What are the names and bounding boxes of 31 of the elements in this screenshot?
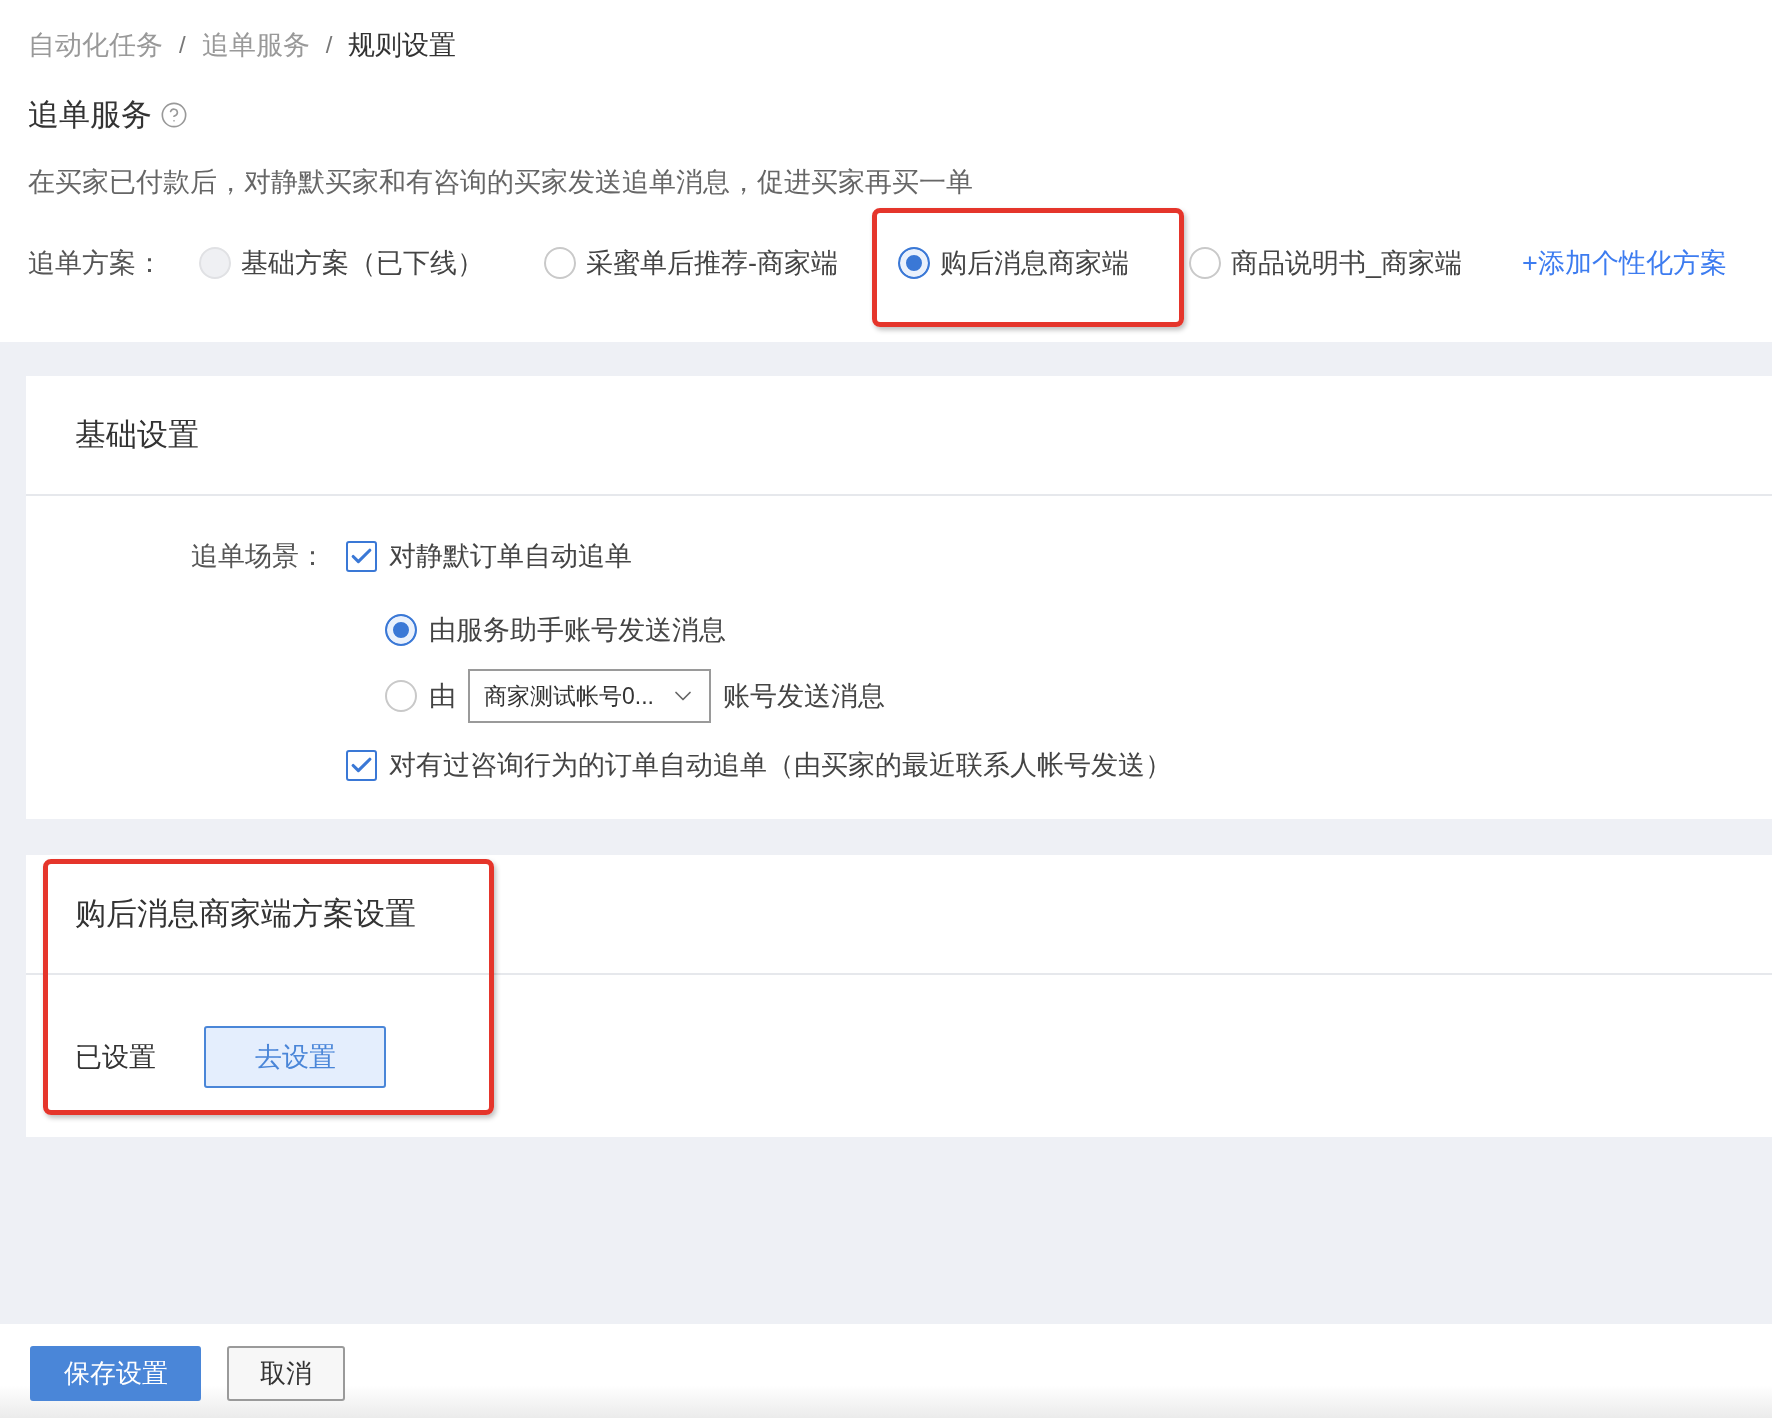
field-label: 追单方案： bbox=[28, 247, 163, 280]
cancel-button[interactable]: 取消 bbox=[227, 1346, 345, 1401]
radio-label[interactable]: 购后消息商家端 bbox=[940, 245, 1129, 281]
account-select[interactable]: 商家测试帐号0... bbox=[468, 669, 711, 723]
radio-label[interactable]: 由服务助手账号发送消息 bbox=[429, 612, 726, 648]
radio-label[interactable]: 由 bbox=[429, 678, 456, 714]
breadcrumb-separator: / bbox=[325, 31, 333, 59]
radio-button[interactable] bbox=[385, 680, 417, 712]
radio-label-suffix: 账号发送消息 bbox=[723, 680, 885, 713]
checkbox[interactable] bbox=[346, 749, 377, 781]
radio-button[interactable] bbox=[544, 247, 576, 279]
help-icon[interactable] bbox=[160, 101, 188, 129]
radio-label[interactable]: 采蜜单后推荐-商家端 bbox=[586, 245, 838, 281]
checkbox[interactable] bbox=[346, 540, 377, 572]
breadcrumb-separator: / bbox=[179, 31, 186, 59]
save-button[interactable]: 保存设置 bbox=[30, 1346, 201, 1401]
card-title: 基础设置 bbox=[75, 416, 199, 454]
field-label: 追单场景： bbox=[191, 540, 326, 573]
card-title: 购后消息商家端方案设置 bbox=[75, 895, 416, 933]
radio-label[interactable]: 商品说明书_商家端 bbox=[1231, 245, 1463, 281]
radio-button[interactable] bbox=[385, 614, 417, 646]
page-description: 在买家已付款后，对静默买家和有咨询的买家发送追单消息，促进买家再买一单 bbox=[28, 166, 973, 199]
status-text: 已设置 bbox=[75, 1041, 156, 1074]
radio-button[interactable] bbox=[1189, 247, 1221, 279]
add-plan-link[interactable]: +添加个性化方案 bbox=[1522, 245, 1727, 281]
checkbox-label[interactable]: 对有过咨询行为的订单自动追单（由买家的最近联系人帐号发送） bbox=[389, 747, 1172, 783]
page-title: 追单服务 bbox=[28, 96, 152, 134]
select-value: 商家测试帐号0... bbox=[484, 681, 654, 711]
radio-button[interactable] bbox=[898, 247, 930, 279]
checkbox-label[interactable]: 对静默订单自动追单 bbox=[389, 538, 632, 574]
breadcrumb-link[interactable]: 规则设置 bbox=[348, 27, 457, 63]
